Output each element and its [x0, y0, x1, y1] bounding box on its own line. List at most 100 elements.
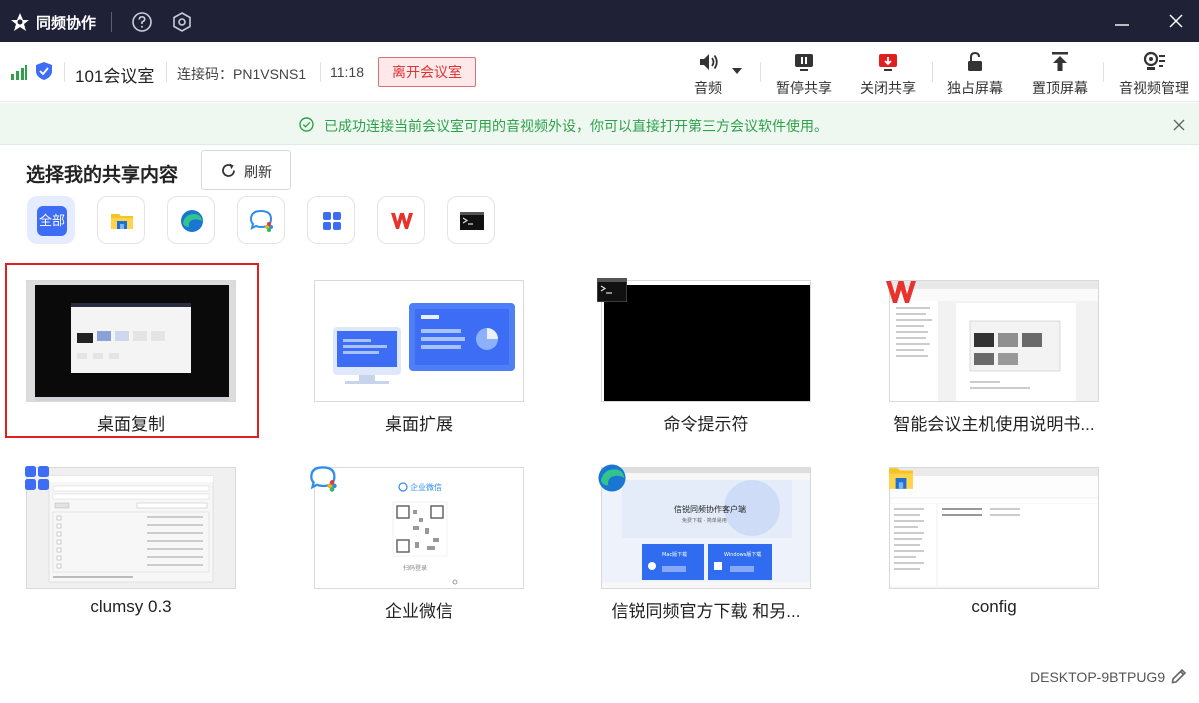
- refresh-label: 刷新: [244, 164, 272, 180]
- wps-icon: [886, 281, 916, 303]
- clumsy-preview: [48, 475, 214, 583]
- pause-share-label: 暂停共享: [776, 80, 832, 96]
- filter-all-label: 全部: [37, 206, 67, 236]
- av-manage-label: 音视频管理: [1119, 80, 1189, 96]
- share-item-label: 桌面扩展: [385, 415, 453, 434]
- toolbar-divider: [760, 62, 761, 82]
- av-manage-icon: [1143, 51, 1165, 70]
- toolbar-divider: [320, 62, 321, 82]
- toolbar-divider: [64, 62, 65, 82]
- share-item-label: config: [971, 597, 1017, 616]
- terminal-icon: [597, 278, 627, 302]
- website-preview: 信锐同频协作客户端 免费下载 · 简单易用 Mac版下载 Windows版下载: [602, 468, 810, 588]
- share-item-label: 信锐同频官方下载 和另...: [611, 602, 801, 621]
- shield-icon: [36, 62, 52, 80]
- exclusive-screen-label: 独占屏幕: [947, 80, 1003, 96]
- close-icon[interactable]: [1167, 12, 1185, 30]
- stop-share-label: 关闭共享: [860, 80, 916, 96]
- terminal-icon: [460, 212, 484, 230]
- svg-text:扫码登录: 扫码登录: [403, 564, 427, 572]
- toolbar-divider: [1103, 62, 1104, 82]
- meeting-toolbar: 101会议室 连接码：PN1VSNS1 11:18 离开会议室 音频 暂停共享: [0, 42, 1199, 102]
- pin-top-label: 置顶屏幕: [1032, 80, 1088, 96]
- audio-label: 音频: [694, 80, 722, 96]
- chevron-down-icon[interactable]: [732, 68, 742, 75]
- share-section-title: 选择我的共享内容: [26, 165, 179, 186]
- title-divider: [111, 12, 112, 32]
- share-item-label: 桌面复制: [97, 415, 165, 434]
- wecom-icon: [249, 209, 273, 232]
- document-preview: [890, 281, 1098, 401]
- device-hostname: DESKTOP-9BTPUG9: [1030, 669, 1166, 685]
- title-bar: 同频协作: [0, 0, 1199, 42]
- connection-code: 连接码：PN1VSNS1: [177, 66, 307, 82]
- extend-illustration: [333, 303, 515, 384]
- pause-share-button[interactable]: 暂停共享: [772, 48, 836, 100]
- edge-icon: [181, 210, 203, 232]
- toolbar-divider: [932, 62, 933, 82]
- settings-icon[interactable]: [171, 11, 193, 33]
- logo-icon: [11, 13, 29, 31]
- pause-share-icon: [795, 54, 813, 71]
- stop-share-button[interactable]: 关闭共享: [856, 48, 920, 100]
- edit-icon[interactable]: [1170, 666, 1188, 684]
- thumbnail: [889, 280, 1099, 402]
- notice-message: 已成功连接当前会议室可用的音视频外设，你可以直接打开第三方会议软件使用。: [324, 118, 828, 134]
- refresh-icon: [222, 163, 235, 177]
- filter-terminal[interactable]: [447, 196, 495, 244]
- cmd-preview: [604, 285, 810, 401]
- svg-text:免费下载 · 简单易用: 免费下载 · 简单易用: [682, 517, 727, 524]
- svg-text:信锐同频协作客户端: 信锐同频协作客户端: [674, 504, 746, 514]
- share-item-label: 企业微信: [385, 602, 453, 621]
- filter-edge[interactable]: [167, 196, 215, 244]
- signal-icon: [11, 65, 27, 80]
- audio-button[interactable]: 音频: [683, 48, 733, 100]
- pin-top-icon: [1052, 52, 1068, 71]
- apps-grid-icon: [323, 212, 341, 230]
- thumbnail: [601, 280, 811, 402]
- filter-apps[interactable]: [307, 196, 355, 244]
- filter-wecom[interactable]: [237, 196, 285, 244]
- share-item-label: 命令提示符: [663, 415, 749, 434]
- av-manage-button[interactable]: 音视频管理: [1114, 48, 1194, 100]
- help-icon[interactable]: [131, 11, 153, 33]
- file-explorer-icon: [889, 468, 913, 489]
- exclusive-screen-button[interactable]: 独占屏幕: [943, 48, 1007, 100]
- thumbnail: [26, 467, 236, 589]
- app-name: 同频协作: [36, 15, 97, 32]
- file-explorer-icon: [111, 214, 133, 229]
- share-item-label: clumsy 0.3: [90, 597, 172, 616]
- success-icon: [299, 117, 314, 132]
- room-name: 101会议室: [75, 67, 155, 86]
- svg-text:Mac版下载: Mac版下载: [662, 551, 687, 558]
- explorer-preview: [890, 468, 1098, 586]
- leave-room-button[interactable]: 离开会议室: [378, 57, 476, 87]
- svg-text:Windows版下载: Windows版下载: [724, 551, 761, 558]
- toolbar-divider: [166, 62, 167, 82]
- minimize-icon[interactable]: [1113, 12, 1131, 30]
- apps-grid-icon: [25, 466, 49, 490]
- wps-icon: [391, 213, 413, 229]
- share-item-label: 智能会议主机使用说明书...: [893, 415, 1095, 434]
- meeting-time: 11:18: [330, 64, 364, 80]
- refresh-button[interactable]: 刷新: [201, 150, 291, 190]
- thumbnail: [314, 280, 524, 402]
- stop-share-icon: [879, 54, 897, 71]
- speaker-icon: [700, 54, 718, 70]
- lock-screen-icon: [968, 51, 982, 71]
- desktop-preview: [35, 285, 229, 401]
- svg-text:企业微信: 企业微信: [410, 482, 442, 492]
- thumbnail: [889, 467, 1099, 589]
- filter-wps[interactable]: [377, 196, 425, 244]
- filter-all[interactable]: 全部: [27, 196, 75, 244]
- thumbnail: [26, 280, 236, 402]
- thumbnail: 信锐同频协作客户端 免费下载 · 简单易用 Mac版下载 Windows版下载: [601, 467, 811, 589]
- wecom-icon: [310, 466, 337, 492]
- edge-icon: [598, 464, 626, 492]
- filter-file-explorer[interactable]: [97, 196, 145, 244]
- connection-notice: 已成功连接当前会议室可用的音视频外设，你可以直接打开第三方会议软件使用。: [0, 103, 1199, 145]
- thumbnail: 企业微信 扫码登录: [314, 467, 524, 589]
- wecom-preview: 企业微信 扫码登录: [392, 482, 458, 585]
- pin-top-button[interactable]: 置顶屏幕: [1028, 48, 1092, 100]
- close-notice-icon[interactable]: [1173, 119, 1185, 131]
